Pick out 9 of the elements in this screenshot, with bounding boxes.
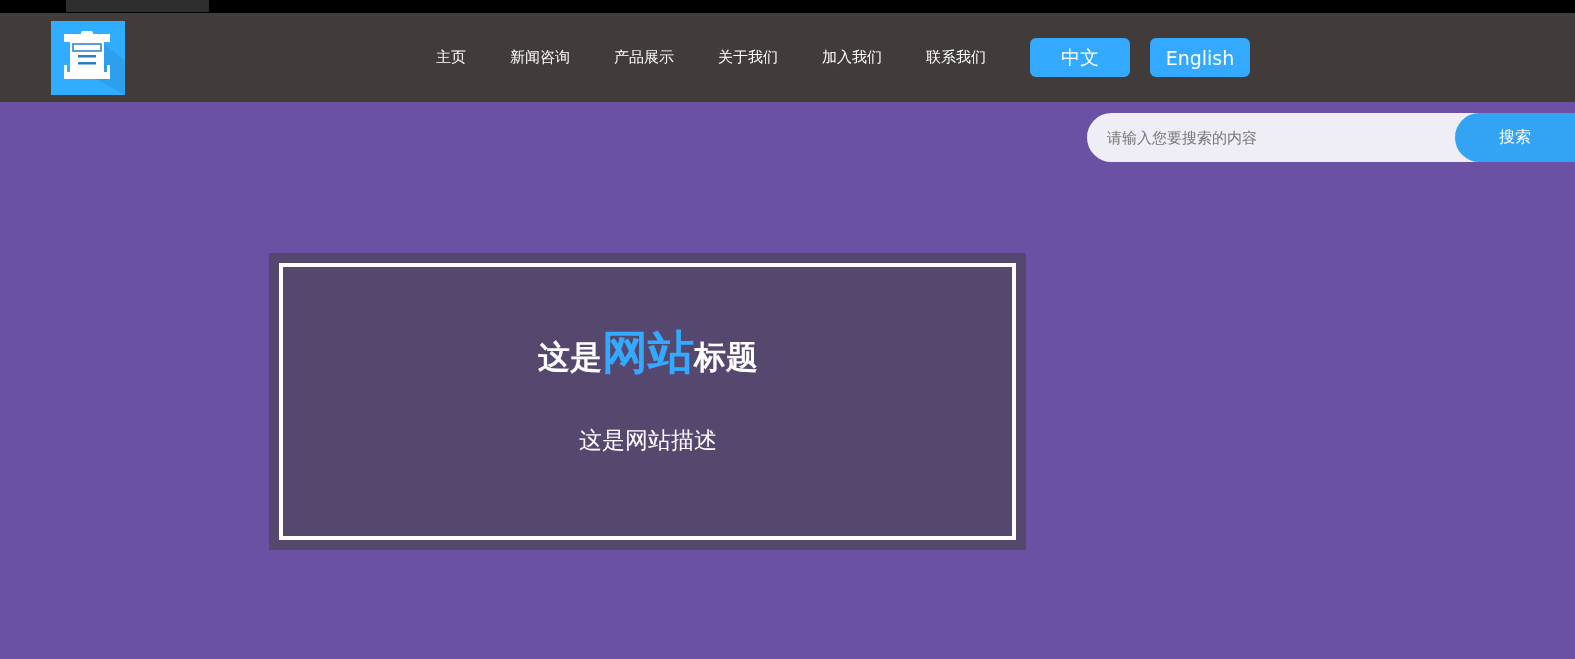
nav-link[interactable]: 主页 bbox=[436, 48, 466, 67]
nav-link[interactable]: 关于我们 bbox=[718, 48, 778, 67]
nav-link[interactable]: 加入我们 bbox=[822, 48, 882, 67]
nav-link[interactable]: 联系我们 bbox=[926, 48, 986, 67]
site-description: 这是网站描述 bbox=[578, 426, 717, 456]
nav-link[interactable]: 新闻咨询 bbox=[510, 48, 570, 67]
logo-icon bbox=[51, 20, 125, 95]
site-title: 这是网站标题 bbox=[537, 325, 758, 381]
nav-link[interactable]: 产品展示 bbox=[614, 48, 674, 67]
